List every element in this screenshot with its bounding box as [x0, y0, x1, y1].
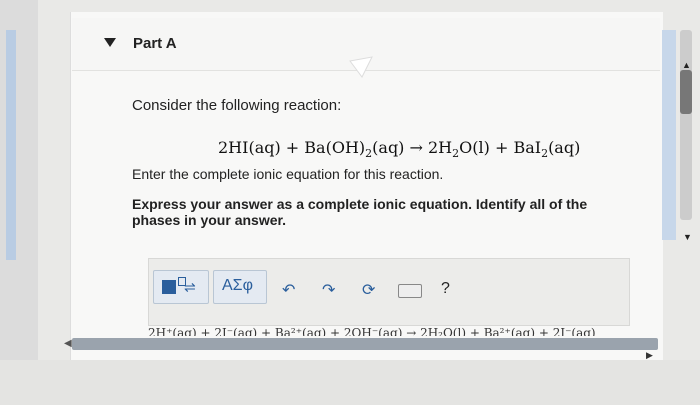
- redo-icon[interactable]: ↷: [322, 280, 335, 300]
- express-instruction: Express your answer as a complete ionic …: [132, 196, 588, 228]
- part-title[interactable]: Part A: [133, 35, 177, 52]
- vertical-scrollbar[interactable]: [680, 30, 692, 220]
- template-button[interactable]: ⇌: [153, 270, 209, 304]
- answer-input[interactable]: 2H⁺(aq) + 2I⁻(aq) + Ba²⁺(aq) + 2OH⁻(aq) …: [148, 326, 658, 336]
- horizontal-scrollbar[interactable]: [72, 338, 658, 350]
- help-icon[interactable]: ?: [441, 280, 450, 298]
- caret-down-icon[interactable]: [104, 38, 116, 47]
- reset-icon[interactable]: ⟳: [362, 280, 375, 300]
- right-highlight: [662, 30, 676, 240]
- reaction-equation: 2HI(aq) + Ba(OH)2(aq) → 2H2O(l) + BaI2(a…: [218, 138, 581, 161]
- greek-button[interactable]: ΑΣφ: [213, 270, 267, 304]
- scroll-down-icon[interactable]: ▼: [683, 232, 692, 242]
- question-instruction: Enter the complete ionic equation for th…: [132, 166, 444, 182]
- cursor-icon: [349, 56, 373, 78]
- scroll-up-icon[interactable]: ▲: [682, 60, 691, 70]
- scrollbar-thumb[interactable]: [680, 70, 692, 114]
- bottom-area: [0, 360, 700, 405]
- greek-icon: ΑΣφ: [222, 277, 253, 294]
- keyboard-icon[interactable]: [398, 284, 422, 298]
- question-intro: Consider the following reaction:: [132, 97, 342, 114]
- scroll-left-icon[interactable]: ◀: [64, 338, 72, 349]
- template-icon: [162, 280, 176, 294]
- undo-icon[interactable]: ↶: [282, 280, 295, 300]
- left-highlight: [6, 30, 16, 260]
